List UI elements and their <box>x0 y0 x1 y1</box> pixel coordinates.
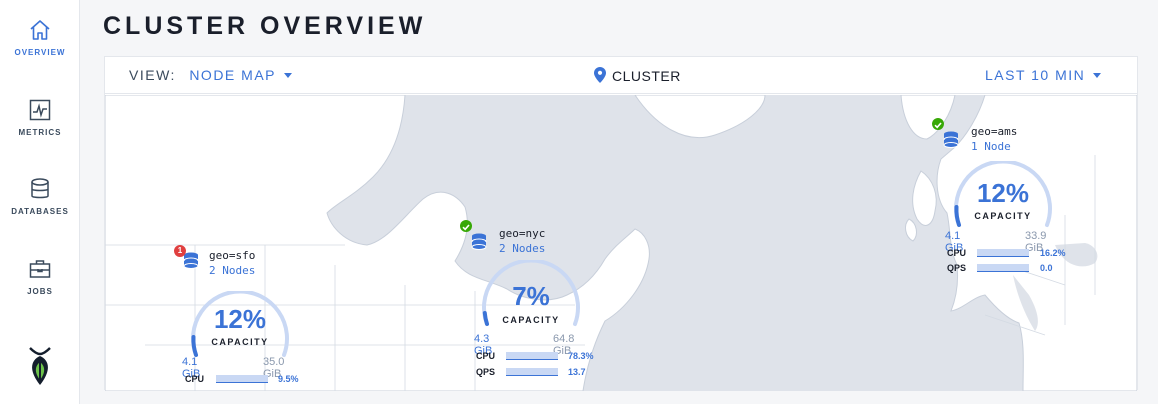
database-icon <box>31 178 49 199</box>
stat-label: QPS <box>476 367 496 377</box>
time-range-value: LAST 10 MIN <box>985 67 1086 83</box>
capacity-percent: 12% <box>213 304 267 334</box>
metrics-icon <box>29 99 51 121</box>
capacity-label: CAPACITY <box>502 315 560 325</box>
node-stack-icon <box>471 233 487 250</box>
stat-label: CPU <box>185 374 205 384</box>
sidebar-item-metrics[interactable]: METRICS <box>0 98 80 137</box>
page-title: CLUSTER OVERVIEW <box>103 12 427 40</box>
check-icon <box>932 118 944 130</box>
stat-value: 78.3% <box>568 351 594 361</box>
cockroach-logo[interactable] <box>24 346 56 388</box>
sidebar-item-databases[interactable]: DATABASES <box>0 177 80 216</box>
capacity-percent: 12% <box>976 178 1030 208</box>
stat-label: CPU <box>947 248 967 258</box>
stat-value: 0.0 <box>1040 263 1053 273</box>
view-selector: VIEW: NODE MAP <box>129 67 292 83</box>
sidebar-item-jobs[interactable]: JOBS <box>0 257 80 296</box>
node-count[interactable]: 2 Nodes <box>499 242 545 255</box>
stat-value: 13.7 <box>568 367 586 377</box>
location-pin-icon <box>594 67 606 83</box>
node-stack-icon <box>943 131 959 148</box>
capacity-percent: 7% <box>512 281 550 311</box>
cpu-sparkline <box>216 375 268 383</box>
world-map[interactable]: 1 geo=sfo 2 Nodes 12% CAPACITY 4.1 GiB 3… <box>105 95 1137 391</box>
node-map-panel: VIEW: NODE MAP CLUSTER LAST 10 MIN 1 geo… <box>104 56 1138 391</box>
stat-label: CPU <box>476 351 496 361</box>
stat-label: QPS <box>947 263 967 273</box>
locality-name: geo=ams <box>971 125 1018 138</box>
sidebar-item-label: OVERVIEW <box>14 48 66 57</box>
sidebar-item-label: METRICS <box>18 128 62 137</box>
sidebar-item-label: DATABASES <box>11 207 69 216</box>
map-toolbar: VIEW: NODE MAP CLUSTER LAST 10 MIN <box>105 57 1137 94</box>
cpu-sparkline <box>977 249 1029 257</box>
capacity-label: CAPACITY <box>211 337 269 347</box>
node-count[interactable]: 2 Nodes <box>209 264 255 277</box>
view-dropdown-value: NODE MAP <box>189 67 276 83</box>
cpu-sparkline <box>506 352 558 360</box>
qps-sparkline <box>977 264 1029 272</box>
chevron-down-icon <box>1093 72 1102 78</box>
cluster-label: CLUSTER <box>612 68 681 84</box>
view-dropdown[interactable]: NODE MAP <box>189 67 292 83</box>
view-label: VIEW: <box>129 67 176 83</box>
locality-name: geo=sfo <box>209 249 256 262</box>
stat-value: 16.2% <box>1040 248 1066 258</box>
node-count[interactable]: 1 Node <box>971 140 1011 153</box>
cluster-breadcrumb[interactable]: CLUSTER <box>594 67 681 84</box>
capacity-label: CAPACITY <box>974 211 1032 221</box>
locality-name: geo=nyc <box>499 227 546 240</box>
check-icon <box>460 220 472 232</box>
time-range-dropdown[interactable]: LAST 10 MIN <box>985 67 1102 83</box>
sidebar-item-overview[interactable]: OVERVIEW <box>0 18 80 57</box>
node-stack-icon <box>183 252 199 269</box>
stat-value: 9.5% <box>278 374 299 384</box>
sidebar: OVERVIEW METRICS DATABASES JOBS <box>0 0 80 404</box>
alert-badge: 1 <box>174 245 186 257</box>
briefcase-icon <box>29 260 51 278</box>
home-icon <box>30 20 50 40</box>
sidebar-item-label: JOBS <box>27 287 53 296</box>
chevron-down-icon <box>284 72 292 78</box>
qps-sparkline <box>506 368 558 376</box>
